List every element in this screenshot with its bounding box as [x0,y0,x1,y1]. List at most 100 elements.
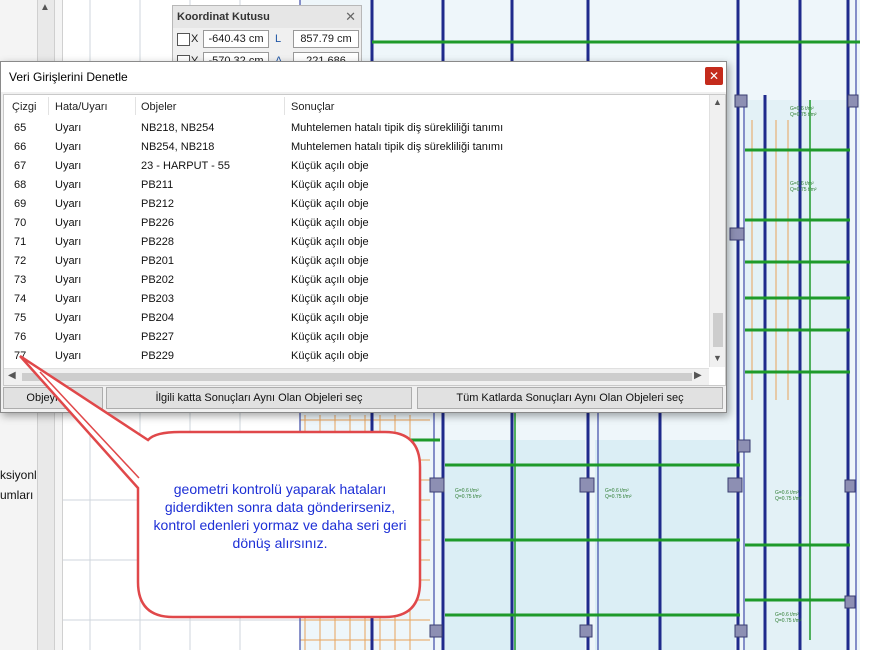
row-type: Uyarı [55,160,82,172]
table-row[interactable]: 73 Uyarı PB202 Küçük açılı obje [4,271,708,290]
table-row[interactable]: 69 Uyarı PB212 Küçük açılı obje [4,195,708,214]
row-objects: PB226 [141,217,175,229]
scroll-left-arrow-icon[interactable]: ◀ [8,370,16,381]
svg-text:Q=0.75 t/m²: Q=0.75 t/m² [790,187,817,193]
row-result: Küçük açılı obje [291,255,369,267]
row-line: 71 [14,236,27,248]
row-objects: PB204 [141,312,175,324]
table-row[interactable]: 76 Uyarı PB227 Küçük açılı obje [4,328,708,347]
svg-text:Q=0.75 t/m²: Q=0.75 t/m² [775,496,802,502]
coord-l-input[interactable]: 857.79 cm [293,30,359,48]
row-result: Küçük açılı obje [291,350,369,362]
coord-l-label: L [275,33,282,45]
table-row[interactable]: 77 Uyarı PB229 Küçük açılı obje [4,347,708,366]
column-header-type[interactable]: Hata/Uyarı [55,101,108,113]
row-result: Küçük açılı obje [291,179,369,191]
row-line: 72 [14,255,27,267]
row-result: Küçük açılı obje [291,274,369,286]
row-line: 74 [14,293,27,305]
horizontal-scrollbar[interactable]: ◀ ▶ [4,368,709,385]
vertical-scroll-thumb[interactable] [713,313,723,347]
coord-x-input[interactable]: -640.43 cm [203,30,269,48]
row-objects: PB201 [141,255,175,267]
row-type: Uyarı [55,236,82,248]
row-type: Uyarı [55,141,82,153]
row-line: 70 [14,217,27,229]
row-line: 76 [14,331,27,343]
table-row[interactable]: 66 Uyarı NB254, NB218 Muhtelemen hatalı … [4,138,708,157]
vertical-scrollbar[interactable]: ▲ ▼ [709,95,725,367]
svg-text:Q=0.75 t/m²: Q=0.75 t/m² [790,112,817,118]
table-row[interactable]: 67 Uyarı 23 - HARPUT - 55 Küçük açılı ob… [4,157,708,176]
row-objects: PB227 [141,331,175,343]
scroll-up-arrow-icon[interactable]: ▲ [713,97,722,107]
row-result: Muhtelemen hatalı tipik diş sürekliliği … [291,122,504,134]
column-header-line[interactable]: Çizgi [12,101,36,113]
row-objects: NB254, NB218 [141,141,215,153]
row-objects: PB212 [141,198,175,210]
row-type: Uyarı [55,274,82,286]
coord-x-checkbox[interactable] [177,33,190,46]
svg-text:Q=0.75 t/m²: Q=0.75 t/m² [455,494,482,500]
row-type: Uyarı [55,255,82,267]
svg-text:Q=0.75 t/m²: Q=0.75 t/m² [775,618,802,624]
coordinate-box: Koordinat Kutusu ✕ X -640.43 cm L 857.79… [172,5,362,70]
table-row[interactable]: 65 Uyarı NB218, NB254 Muhtelemen hatalı … [4,119,708,138]
list-header: Çizgi Hata/Uyarı Objeler Sonuçlar [4,95,708,117]
table-row[interactable]: 71 Uyarı PB228 Küçük açılı obje [4,233,708,252]
row-result: Küçük açılı obje [291,331,369,343]
select-same-floor-button[interactable]: İlgili katta Sonuçları Aynı Olan Objeler… [106,387,412,409]
row-type: Uyarı [55,312,82,324]
column-header-objects[interactable]: Objeler [141,101,176,113]
select-object-button[interactable]: Objeyi Seç [3,387,103,409]
row-result: Küçük açılı obje [291,312,369,324]
close-icon[interactable]: ✕ [345,9,356,25]
list-rows: 65 Uyarı NB218, NB254 Muhtelemen hatalı … [4,119,708,366]
row-objects: PB202 [141,274,175,286]
row-type: Uyarı [55,198,82,210]
dialog-titlebar[interactable]: Veri Girişlerini Denetle ✕ [1,62,726,92]
scroll-right-arrow-icon[interactable]: ▶ [694,370,702,381]
table-row[interactable]: 70 Uyarı PB226 Küçük açılı obje [4,214,708,233]
table-row[interactable]: 74 Uyarı PB203 Küçük açılı obje [4,290,708,309]
row-line: 68 [14,179,27,191]
table-row[interactable]: 68 Uyarı PB211 Küçük açılı obje [4,176,708,195]
row-line: 75 [14,312,27,324]
row-line: 77 [14,350,27,362]
row-objects: PB228 [141,236,175,248]
coordinate-box-title: Koordinat Kutusu [173,6,361,28]
row-result: Küçük açılı obje [291,236,369,248]
row-line: 66 [14,141,27,153]
row-objects: NB218, NB254 [141,122,215,134]
svg-text:Q=0.75 t/m²: Q=0.75 t/m² [605,494,632,500]
select-all-floors-button[interactable]: Tüm Katlarda Sonuçları Aynı Olan Objeler… [417,387,723,409]
row-line: 73 [14,274,27,286]
row-type: Uyarı [55,331,82,343]
results-list[interactable]: Çizgi Hata/Uyarı Objeler Sonuçlar 65 Uya… [3,94,726,386]
row-result: Küçük açılı obje [291,160,369,172]
coord-row-x: X -640.43 cm L 857.79 cm [177,30,359,48]
dialog-title: Veri Girişlerini Denetle [9,70,128,84]
horizontal-scroll-thumb[interactable] [22,373,692,381]
row-line: 67 [14,160,27,172]
row-result: Küçük açılı obje [291,293,369,305]
row-line: 69 [14,198,27,210]
table-row[interactable]: 72 Uyarı PB201 Küçük açılı obje [4,252,708,271]
callout-text: geometri kontrolü yaparak hataları gider… [153,481,407,551]
row-line: 65 [14,122,27,134]
row-type: Uyarı [55,217,82,229]
row-type: Uyarı [55,122,82,134]
coord-x-label: X [191,33,199,45]
row-objects: PB229 [141,350,175,362]
row-type: Uyarı [55,350,82,362]
check-inputs-dialog: Veri Girişlerini Denetle ✕ Çizgi Hata/Uy… [0,61,727,413]
row-result: Küçük açılı obje [291,217,369,229]
dialog-close-icon[interactable]: ✕ [705,67,723,85]
row-type: Uyarı [55,293,82,305]
column-header-results[interactable]: Sonuçlar [291,101,334,113]
row-objects: 23 - HARPUT - 55 [141,160,231,172]
scroll-down-arrow-icon[interactable]: ▼ [713,353,722,363]
row-objects: PB211 [141,179,174,191]
table-row[interactable]: 75 Uyarı PB204 Küçük açılı obje [4,309,708,328]
row-type: Uyarı [55,179,82,191]
